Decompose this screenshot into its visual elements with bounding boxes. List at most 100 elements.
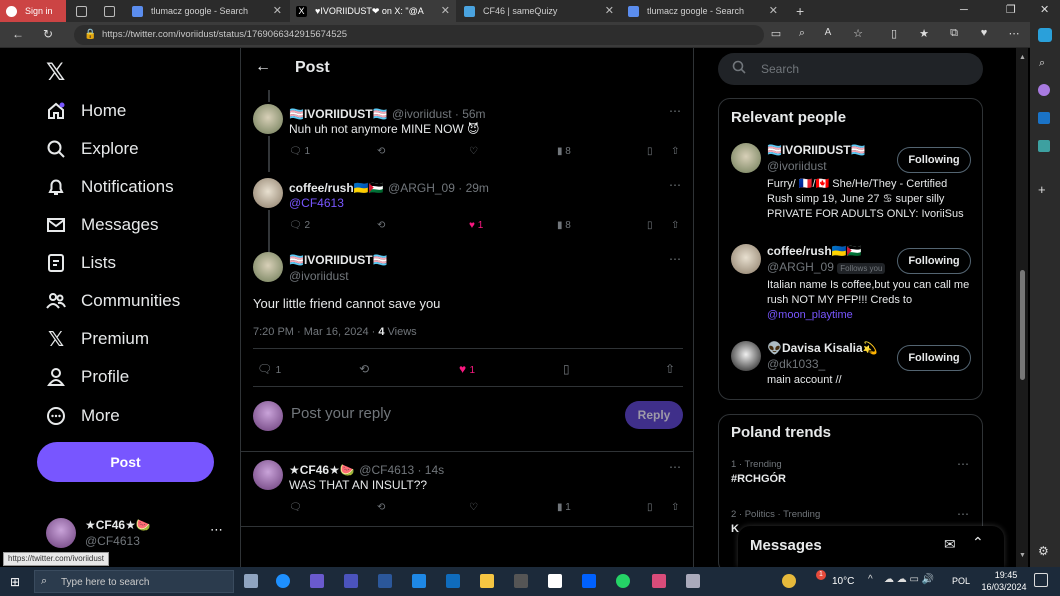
- nav-notifications[interactable]: Notifications: [46, 172, 174, 202]
- new-message-icon[interactable]: ✉: [944, 536, 956, 553]
- bio-mention-link[interactable]: @moon_playtime: [767, 309, 853, 321]
- clock-date[interactable]: 16/03/2024: [976, 582, 1032, 592]
- back-icon[interactable]: ←: [10, 27, 26, 41]
- tab-google-search-1[interactable]: tlumacz google - Search ✕: [126, 0, 288, 22]
- scroll-thumb[interactable]: [1020, 270, 1025, 380]
- reply-tweet-coffee-rush[interactable]: coffee/rush🇺🇦🇵🇸 @ARGH_09 · 29m ⋯ @CF4613…: [241, 174, 693, 254]
- views-icon[interactable]: ▮ 1: [557, 502, 571, 513]
- notification-center-icon[interactable]: [1034, 573, 1048, 587]
- nav-explore[interactable]: Explore: [46, 134, 139, 164]
- reply-icon[interactable]: 🗨: [289, 502, 302, 513]
- favorite-star-icon[interactable]: ☆: [850, 27, 866, 40]
- share-icon[interactable]: ⇧: [671, 502, 679, 513]
- retweet-icon[interactable]: ⟲: [359, 362, 369, 376]
- reply-tweet-ivoriidust[interactable]: 🏳️‍⚧️IVORIIDUST🏳️‍⚧️ @ivoriidust · 56m ⋯…: [241, 100, 693, 172]
- clock-time[interactable]: 19:45: [986, 570, 1026, 580]
- following-button[interactable]: Following: [897, 248, 971, 274]
- bookmark-icon[interactable]: ▯: [647, 220, 653, 231]
- reply-icon[interactable]: 🗨 2: [289, 220, 310, 231]
- copilot-icon[interactable]: [1038, 28, 1052, 42]
- edge-icon[interactable]: [276, 574, 290, 588]
- share-icon[interactable]: ⇧: [671, 146, 679, 157]
- word-icon[interactable]: [378, 574, 392, 588]
- more-dots-icon[interactable]: ⋯: [669, 252, 681, 266]
- drop-icon[interactable]: [1038, 140, 1050, 152]
- tweet-timestamp[interactable]: 7:20 PM · Mar 16, 2024 ·: [253, 326, 375, 338]
- retweet-icon[interactable]: ⟲: [377, 502, 385, 513]
- page-scrollbar[interactable]: ▲ ▼: [1016, 48, 1028, 567]
- mention-link[interactable]: @CF4613: [289, 196, 344, 210]
- split-screen-icon[interactable]: ▯: [886, 27, 902, 40]
- workspaces-button[interactable]: [70, 0, 90, 22]
- views-icon[interactable]: ▮ 8: [557, 146, 571, 157]
- tab-twitter[interactable]: X ♥IVORIIDUST❤ on X: "@A ✕: [290, 0, 456, 22]
- url-input[interactable]: 🔒 https://twitter.com/ivoriidust/status/…: [74, 25, 764, 45]
- avatar[interactable]: [253, 252, 283, 282]
- add-icon[interactable]: +: [1038, 182, 1046, 197]
- read-aloud-icon[interactable]: A: [820, 27, 836, 38]
- nav-more[interactable]: More: [46, 401, 120, 431]
- browser-essentials-icon[interactable]: ♥: [976, 27, 992, 39]
- following-button[interactable]: Following: [897, 147, 971, 173]
- scroll-up-icon[interactable]: ▲: [1019, 54, 1026, 61]
- views-icon[interactable]: ▮ 8: [557, 220, 571, 231]
- person-card[interactable]: 👽Davisa Kisalia💫 @dk1033_ Following main…: [719, 339, 982, 389]
- bookmark-icon[interactable]: ▯: [647, 502, 653, 513]
- close-icon[interactable]: ✕: [441, 4, 450, 17]
- pen-icon[interactable]: [412, 574, 426, 588]
- more-dots-icon[interactable]: ⋯: [669, 178, 681, 192]
- like-icon[interactable]: ♡: [469, 502, 478, 513]
- scroll-down-icon[interactable]: ▼: [1019, 552, 1026, 559]
- nav-home[interactable]: Home: [46, 96, 126, 126]
- app-icon[interactable]: [686, 574, 700, 588]
- outlook-icon[interactable]: [1038, 112, 1050, 124]
- settings-gear-icon[interactable]: ⚙: [1038, 544, 1049, 558]
- following-button[interactable]: Following: [897, 345, 971, 371]
- power-automate-icon[interactable]: [514, 574, 528, 588]
- file-explorer-icon[interactable]: [480, 574, 494, 588]
- settings-more-icon[interactable]: ⋯: [1006, 27, 1022, 40]
- close-icon[interactable]: ✕: [605, 4, 614, 17]
- taskbar-search-box[interactable]: ⌕ Type here to search: [34, 570, 234, 593]
- reply-icon[interactable]: 🗨 1: [257, 362, 281, 376]
- bookmark-icon[interactable]: ▯: [563, 362, 570, 376]
- person-card[interactable]: coffee/rush🇺🇦🇵🇸 @ARGH_09 Follows you Fol…: [719, 242, 982, 327]
- teams-icon[interactable]: [344, 574, 358, 588]
- search-box[interactable]: Search: [718, 53, 983, 85]
- close-icon[interactable]: ✕: [769, 4, 778, 17]
- share-icon[interactable]: ⇧: [665, 362, 675, 376]
- nav-communities[interactable]: Communities: [46, 286, 180, 316]
- close-icon[interactable]: ✕: [273, 4, 282, 17]
- windows-start-icon[interactable]: ⊞: [10, 575, 20, 589]
- messages-drawer[interactable]: Messages ✉ ⌃: [738, 526, 1004, 567]
- retweet-icon[interactable]: ⟲: [377, 220, 385, 231]
- nav-premium[interactable]: 𝕏 Premium: [46, 324, 149, 354]
- chevron-up-icon[interactable]: ⌃: [972, 534, 984, 551]
- more-dots-icon[interactable]: ⋯: [957, 457, 969, 471]
- nav-messages[interactable]: Messages: [46, 210, 158, 240]
- search-input[interactable]: Search: [761, 62, 799, 76]
- dropbox-icon[interactable]: [582, 574, 596, 588]
- trend-item[interactable]: 1 · Trending #RCHGÓR ⋯: [719, 457, 982, 497]
- more-dots-icon[interactable]: ⋯: [669, 460, 681, 474]
- nav-profile[interactable]: Profile: [46, 362, 129, 392]
- tab-actions-button[interactable]: [98, 0, 118, 22]
- language-indicator[interactable]: POL: [952, 576, 970, 586]
- like-icon[interactable]: ♡: [469, 146, 478, 157]
- reply-input[interactable]: Post your reply: [291, 405, 391, 422]
- restore-icon[interactable]: ❐: [1006, 3, 1016, 16]
- collections-icon[interactable]: ⧉: [946, 27, 962, 40]
- new-tab-button[interactable]: +: [790, 0, 810, 22]
- zoom-icon[interactable]: ⌕: [794, 27, 810, 40]
- tray-icons[interactable]: ☁ ☁ ▭ 🔊: [884, 574, 934, 585]
- like-filled-icon[interactable]: ♥ 1: [459, 362, 475, 376]
- reply-button[interactable]: Reply: [625, 401, 683, 429]
- tab-google-search-2[interactable]: tlumacz google - Search ✕: [622, 0, 784, 22]
- account-switcher[interactable]: ★CF46★🍉 @CF4613 ⋯: [46, 516, 236, 550]
- back-arrow-icon[interactable]: ←: [255, 58, 271, 76]
- tab-sign-in[interactable]: Sign in: [0, 0, 66, 22]
- person-card[interactable]: 🏳️‍⚧️IVORIIDUST🏳️‍⚧️ @ivoriidust Followi…: [719, 141, 982, 231]
- copilot-app-icon[interactable]: [310, 574, 324, 588]
- close-window-icon[interactable]: ✕: [1040, 3, 1049, 16]
- reply-tweet-cf46[interactable]: ★CF46★🍉 @CF4613 · 14s ⋯ WAS THAT AN INSU…: [241, 456, 693, 526]
